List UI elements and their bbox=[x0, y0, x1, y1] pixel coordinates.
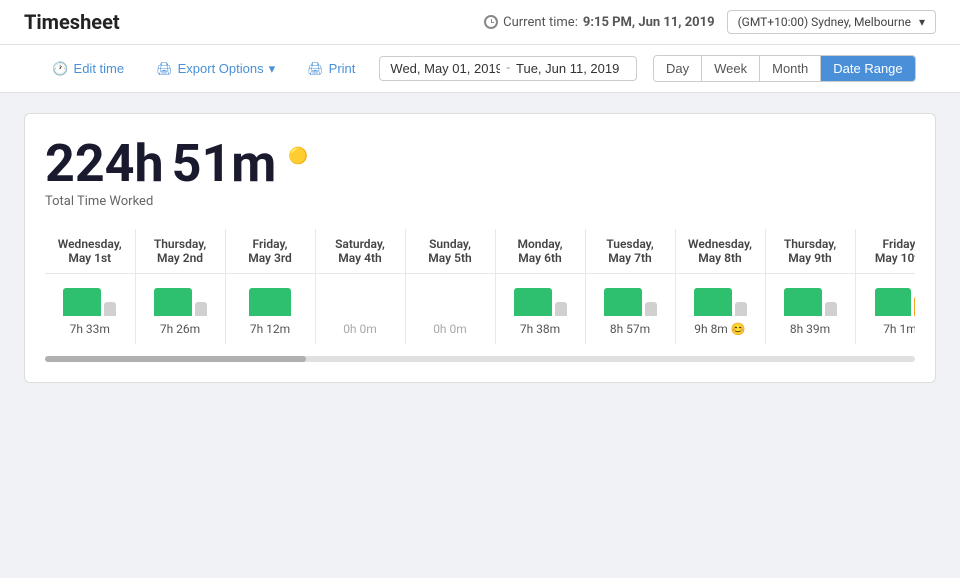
current-time-prefix: Current time: bbox=[503, 15, 578, 30]
calendar-header-day-3: Saturday,May 4th bbox=[315, 229, 405, 274]
extra-bar bbox=[735, 302, 747, 316]
calendar-day-cell-8[interactable]: 8h 39m bbox=[765, 274, 855, 345]
calendar-day-cell-4[interactable]: 0h 0m bbox=[405, 274, 495, 345]
date-end-input[interactable] bbox=[516, 61, 626, 76]
total-hours-row: 224h 51m 🟡 bbox=[45, 138, 915, 190]
day-total: 7h 38m bbox=[506, 322, 575, 336]
calendar-header-day-1: Thursday,May 2nd bbox=[135, 229, 225, 274]
day-total: 9h 8m 😊 bbox=[686, 322, 755, 336]
app-title: Timesheet bbox=[24, 10, 120, 34]
calendar-day-cell-7[interactable]: 9h 8m 😊 bbox=[675, 274, 765, 345]
top-bar: Timesheet Current time: 9:15 PM, Jun 11,… bbox=[0, 0, 960, 45]
toolbar: 🕐 Edit time 🖨 Export Options ▾ 🖨 Print -… bbox=[0, 45, 960, 93]
calendar-day-cell-2[interactable]: 7h 12m bbox=[225, 274, 315, 345]
extra-bar bbox=[104, 302, 116, 316]
work-bar bbox=[604, 288, 642, 316]
current-time-value: 9:15 PM, Jun 11, 2019 bbox=[583, 15, 715, 30]
timezone-label: (GMT+10:00) Sydney, Melbourne bbox=[738, 15, 911, 29]
calendar-day-cell-3[interactable]: 0h 0m bbox=[315, 274, 405, 345]
extra-bar bbox=[555, 302, 567, 316]
overtime-bar bbox=[914, 296, 916, 316]
calendar-header-day-8: Thursday,May 9th bbox=[765, 229, 855, 274]
day-zero: 0h 0m bbox=[326, 322, 395, 336]
calendar-header-day-6: Tuesday,May 7th bbox=[585, 229, 675, 274]
extra-bar bbox=[645, 302, 657, 316]
view-month-button[interactable]: Month bbox=[760, 56, 821, 81]
calendar-day-cell-5[interactable]: 7h 38m bbox=[495, 274, 585, 345]
total-minutes-value: 51m bbox=[172, 138, 277, 190]
view-toggle: Day Week Month Date Range bbox=[653, 55, 916, 82]
calendar-day-cell-6[interactable]: 8h 57m bbox=[585, 274, 675, 345]
export-options-button[interactable]: 🖨 Export Options ▾ bbox=[148, 57, 283, 81]
calendar-day-cell-0[interactable]: 7h 33m bbox=[45, 274, 135, 345]
date-separator: - bbox=[506, 61, 510, 76]
day-total: 7h 33m bbox=[55, 322, 125, 336]
date-start-input[interactable] bbox=[390, 61, 500, 76]
total-label: Total Time Worked bbox=[45, 194, 915, 209]
calendar-header-day-9: Friday,May 10th bbox=[855, 229, 915, 274]
calendar-header-day-4: Sunday,May 5th bbox=[405, 229, 495, 274]
day-zero: 0h 0m bbox=[416, 322, 485, 336]
summary-card: 224h 51m 🟡 Total Time Worked Wednesday,M… bbox=[24, 113, 936, 383]
current-time-label: Current time: 9:15 PM, Jun 11, 2019 bbox=[484, 15, 714, 30]
work-bar bbox=[514, 288, 552, 316]
day-total: 7h 1m bbox=[866, 322, 916, 336]
calendar-table: Wednesday,May 1stThursday,May 2ndFriday,… bbox=[45, 229, 915, 344]
chevron-down-icon: ▾ bbox=[269, 61, 276, 77]
export-options-label: Export Options bbox=[178, 61, 264, 76]
day-total: 8h 39m bbox=[776, 322, 845, 336]
total-hours-value: 224h bbox=[45, 138, 164, 190]
extra-bar bbox=[825, 302, 837, 316]
chevron-down-icon: ▾ bbox=[919, 15, 925, 29]
calendar-day-cell-9[interactable]: 7h 1m bbox=[855, 274, 915, 345]
calendar-header-day-5: Monday,May 6th bbox=[495, 229, 585, 274]
edit-time-button[interactable]: 🕐 Edit time bbox=[44, 57, 132, 81]
work-bar bbox=[694, 288, 732, 316]
view-week-button[interactable]: Week bbox=[702, 56, 760, 81]
work-bar bbox=[784, 288, 822, 316]
current-time-area: Current time: 9:15 PM, Jun 11, 2019 (GMT… bbox=[484, 10, 936, 34]
day-total: 7h 12m bbox=[236, 322, 305, 336]
calendar-grid: Wednesday,May 1stThursday,May 2ndFriday,… bbox=[45, 229, 915, 344]
extra-bar bbox=[195, 302, 207, 316]
calendar-header-day-7: Wednesday,May 8th bbox=[675, 229, 765, 274]
calendar-header-day-0: Wednesday,May 1st bbox=[45, 229, 135, 274]
main-content: 224h 51m 🟡 Total Time Worked Wednesday,M… bbox=[0, 93, 960, 403]
work-bar bbox=[249, 288, 291, 316]
calendar-header-day-2: Friday,May 3rd bbox=[225, 229, 315, 274]
warning-icon: 🟡 bbox=[288, 146, 308, 165]
print-button[interactable]: 🖨 Print bbox=[299, 57, 363, 81]
date-range-inputs[interactable]: - bbox=[379, 56, 637, 81]
printer-icon: 🖨 bbox=[307, 61, 324, 77]
day-total: 8h 57m bbox=[596, 322, 665, 336]
edit-time-icon: 🕐 bbox=[52, 61, 68, 77]
calendar-day-cell-1[interactable]: 7h 26m bbox=[135, 274, 225, 345]
timezone-selector[interactable]: (GMT+10:00) Sydney, Melbourne ▾ bbox=[727, 10, 936, 34]
view-date-range-button[interactable]: Date Range bbox=[821, 56, 914, 81]
work-bar bbox=[63, 288, 101, 316]
view-day-button[interactable]: Day bbox=[654, 56, 702, 81]
clock-icon bbox=[484, 15, 498, 29]
work-bar bbox=[875, 288, 911, 316]
work-bar bbox=[154, 288, 192, 316]
print-label: Print bbox=[329, 61, 356, 76]
day-total: 7h 26m bbox=[146, 322, 215, 336]
export-icon: 🖨 bbox=[156, 61, 173, 77]
edit-time-label: Edit time bbox=[74, 61, 125, 76]
